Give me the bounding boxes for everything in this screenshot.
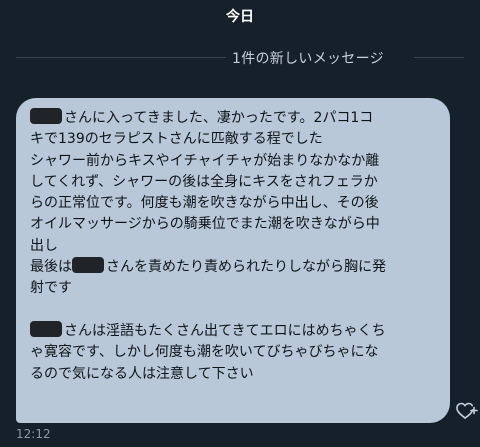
message-line: さんは淫語もたくさん出てきてエロにはめちゃくち <box>30 320 436 342</box>
heart-plus-icon[interactable] <box>456 402 478 420</box>
message-line: してくれず、シャワーの後は全身にキスをされフェラか <box>30 173 378 190</box>
message-text: さんを責めたり責められたりしながら胸に発 <box>106 259 386 276</box>
message-line: 最後は さんを責めたり責められたりしながら胸に発 <box>30 257 436 278</box>
date-header: 今日 <box>226 9 254 25</box>
message-line: 出し <box>30 237 58 254</box>
message-line: さんに入ってきました、凄かったです。2パコ1コ <box>30 108 436 129</box>
message-line: オイルマッサージからの騎乗位でまた潮を吹きながら中 <box>30 216 380 233</box>
dm-conversation-screen: 今日 1件の新しいメッセージ さんに入ってきました、凄かったです。2パコ1コ キ… <box>0 0 480 447</box>
message-text: さんは淫語もたくさん出てきてエロにはめちゃくち <box>64 322 386 339</box>
redacted-name <box>72 257 104 274</box>
divider-line-left <box>16 57 226 58</box>
message-line: シャワー前からキスやイチャイチャが始まりなかなか離 <box>30 152 380 169</box>
new-messages-label: 1件の新しいメッセージ <box>232 51 384 67</box>
message-timestamp: 12:12 <box>16 427 51 441</box>
message-text: さんに入ってきました、凄かったです。2パコ1コ <box>64 110 374 126</box>
message-bubble[interactable]: さんに入ってきました、凄かったです。2パコ1コ キで139のセラピストさんに匹敵… <box>16 98 450 423</box>
message-line: らの正常位です。何度も潮を吹きながら中出し、その後 <box>30 195 379 212</box>
divider-line-right <box>414 57 464 58</box>
new-messages-divider: 1件の新しいメッセージ <box>0 46 480 70</box>
message-line: るので気になる人は注意して下さい <box>30 365 254 382</box>
message-text: 最後は <box>30 259 72 276</box>
message-line: 射です <box>30 280 72 297</box>
message-line: ゃ寛容です、しかし何度も潮を吹いてびちゃびちゃにな <box>30 344 379 361</box>
redacted-name <box>30 108 62 124</box>
message-line: キで139のセラピストさんに匹敵する程でした <box>30 131 323 148</box>
redacted-name <box>30 320 62 337</box>
